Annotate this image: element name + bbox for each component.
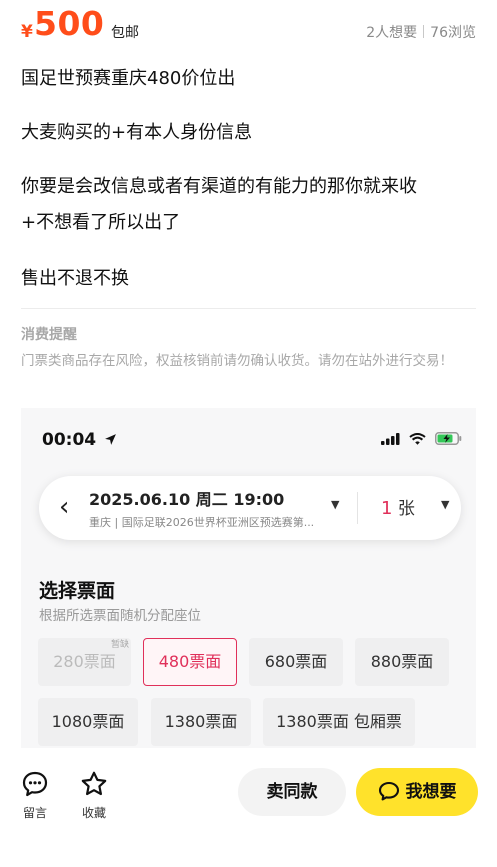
event-venue: 重庆 | 国际足联2026世界杯亚洲区预选赛第...: [89, 516, 315, 529]
tier-option[interactable]: 280票面 暂缺: [38, 638, 131, 686]
description-line: 售出不退不换: [21, 268, 129, 289]
price: 500: [34, 4, 105, 43]
description-line: 你要是会改信息或者有渠道的有能力的那你就来收: [21, 176, 417, 197]
tier-option[interactable]: 680票面: [249, 638, 343, 686]
tier-option[interactable]: 1080票面: [38, 698, 138, 746]
wants-count: 2人想要: [366, 25, 418, 41]
shortage-tag: 暂缺: [110, 640, 129, 650]
tier-option[interactable]: 880票面: [355, 638, 449, 686]
dropdown-caret-icon[interactable]: ▼: [441, 498, 449, 511]
status-icons: [380, 430, 462, 449]
item-stats: 2人想要 76浏览: [366, 22, 476, 42]
tier-option-selected[interactable]: 480票面: [143, 638, 237, 686]
comment-button[interactable]: 留言: [10, 770, 60, 821]
comment-icon: [22, 771, 48, 797]
ticket-screenshot-image[interactable]: 00:04 ‹ 2025.06.10 周二 19:00 重庆 | 国际足联202…: [21, 408, 476, 748]
tier-option[interactable]: 1380票面 包厢票: [263, 698, 415, 746]
price-row: ¥ 500 包邮 2人想要 76浏览: [0, 0, 497, 56]
dropdown-caret-icon[interactable]: ▼: [331, 498, 339, 511]
currency-symbol: ¥: [21, 22, 33, 42]
notice-title: 消费提醒: [21, 327, 77, 343]
description-line: 大麦购买的+有本人身份信息: [21, 122, 253, 143]
want-button[interactable]: 我想要: [356, 768, 478, 816]
pill-divider: [357, 492, 358, 524]
tier-option[interactable]: 1380票面: [151, 698, 251, 746]
star-icon: [81, 771, 107, 796]
description-line: +不想看了所以出了: [21, 212, 181, 233]
bottom-action-bar: 留言 收藏 卖同款 我想要: [0, 752, 497, 867]
wifi-icon: [409, 433, 426, 445]
event-date: 2025.06.10 周二 19:00: [89, 490, 285, 509]
signal-icon: [380, 433, 400, 445]
status-time: 00:04: [42, 430, 117, 450]
section-divider: [21, 308, 476, 309]
battery-charging-icon: [435, 432, 462, 445]
quantity-selector[interactable]: 1 张: [381, 494, 415, 519]
views-count: 76浏览: [430, 25, 476, 41]
favorite-label: 收藏: [81, 806, 106, 820]
back-chevron-icon[interactable]: ‹: [59, 494, 69, 520]
stats-divider: [423, 25, 425, 38]
section-title: 选择票面: [39, 580, 116, 602]
location-arrow-icon: [105, 434, 116, 445]
sell-same-button[interactable]: 卖同款: [238, 768, 346, 816]
date-selector[interactable]: ‹ 2025.06.10 周二 19:00 重庆 | 国际足联2026世界杯亚洲…: [39, 476, 461, 540]
comment-label: 留言: [22, 806, 47, 820]
description-line: 国足世预赛重庆480价位出: [21, 68, 236, 89]
section-subtitle: 根据所选票面随机分配座位: [39, 608, 201, 624]
chat-bubble-icon: [378, 781, 399, 801]
want-label: 我想要: [405, 782, 457, 802]
shipping-label: 包邮: [111, 25, 139, 41]
favorite-button[interactable]: 收藏: [69, 770, 119, 821]
notice-body: 门票类商品存在风险，权益核销前请勿确认收货。请勿在站外进行交易！: [21, 353, 453, 369]
